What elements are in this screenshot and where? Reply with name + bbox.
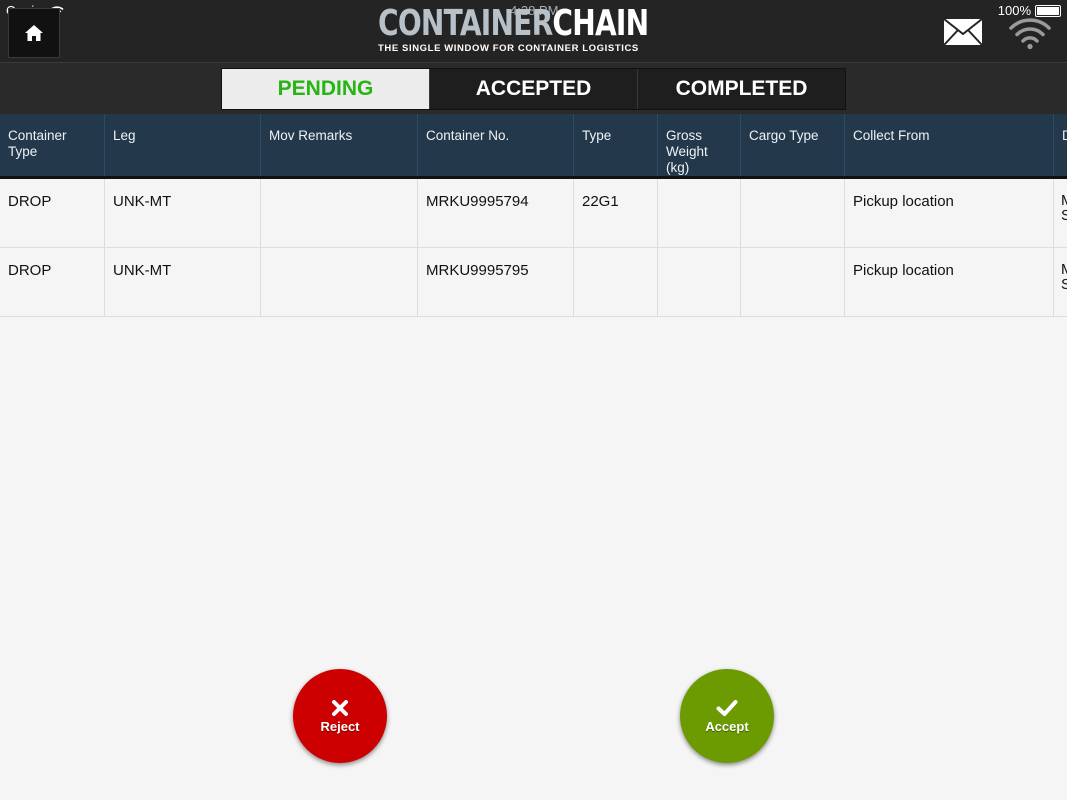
cell-leg: UNK-MT (105, 179, 261, 247)
tab-accepted[interactable]: ACCEPTED (430, 69, 638, 109)
cell-gross-weight (658, 248, 741, 316)
logo-tagline: THE SINGLE WINDOW FOR CONTAINER LOGISTIC… (378, 43, 639, 54)
app-logo: CONTAINERCHAIN THE SINGLE WINDOW FOR CON… (378, 3, 649, 55)
wifi-icon (1009, 18, 1051, 50)
cell-leg: UNK-MT (105, 248, 261, 316)
cell-container-type: DROP (0, 248, 105, 316)
cell-type (574, 248, 658, 316)
cell-next: M S (1061, 262, 1067, 293)
column-header-mov-remarks[interactable]: Mov Remarks (261, 114, 418, 176)
cell-next: M S (1061, 193, 1067, 224)
column-header-container-no[interactable]: Container No. (418, 114, 574, 176)
table-header: Container Type Leg Mov Remarks Container… (0, 114, 1067, 179)
logo-part-chain: CHAIN (552, 3, 649, 44)
status-tabs: PENDING ACCEPTED COMPLETED (221, 68, 846, 110)
reject-label: Reject (320, 718, 360, 734)
column-header-collect-from[interactable]: Collect From (845, 114, 1054, 176)
cell-collect-from: Pickup location (845, 248, 1054, 316)
accept-button[interactable]: Accept (680, 669, 774, 763)
logo-part-container: CONTAINER (378, 3, 553, 44)
tab-completed[interactable]: COMPLETED (638, 69, 845, 109)
column-header-container-type[interactable]: Container Type (0, 114, 105, 176)
cell-mov-remarks (261, 248, 418, 316)
close-icon (332, 699, 348, 716)
cell-container-no: MRKU9995795 (418, 248, 574, 316)
cell-container-no: MRKU9995794 (418, 179, 574, 247)
messages-button[interactable] (943, 18, 983, 51)
tab-bar: PENDING ACCEPTED COMPLETED (0, 62, 1067, 115)
cell-mov-remarks (261, 179, 418, 247)
cell-gross-weight (658, 179, 741, 247)
column-header-leg[interactable]: Leg (105, 114, 261, 176)
column-header-next[interactable]: D (1054, 114, 1067, 176)
top-bar: Carrier 4:28 PM 100% CONTAINERCHAIN THE … (0, 0, 1067, 62)
check-icon (716, 699, 738, 716)
home-icon (25, 25, 43, 41)
table-row[interactable]: DROP UNK-MT MRKU9995794 22G1 Pickup loca… (0, 179, 1067, 248)
tab-pending[interactable]: PENDING (222, 69, 430, 109)
cell-cargo-type (741, 179, 845, 247)
mail-icon (943, 18, 983, 46)
logo-wordmark: CONTAINERCHAIN (378, 3, 649, 44)
connection-indicator (1008, 16, 1052, 55)
cell-collect-from: Pickup location (845, 179, 1054, 247)
cell-container-type: DROP (0, 179, 105, 247)
battery-icon (1035, 4, 1061, 17)
column-header-gross-weight[interactable]: Gross Weight (kg) (658, 114, 741, 176)
accept-label: Accept (705, 718, 749, 734)
column-header-type[interactable]: Type (574, 114, 658, 176)
reject-button[interactable]: Reject (293, 669, 387, 763)
column-header-cargo-type[interactable]: Cargo Type (741, 114, 845, 176)
table-row[interactable]: DROP UNK-MT MRKU9995795 Pickup location … (0, 248, 1067, 317)
cell-type: 22G1 (574, 179, 658, 247)
home-button[interactable] (8, 8, 60, 58)
cell-cargo-type (741, 248, 845, 316)
